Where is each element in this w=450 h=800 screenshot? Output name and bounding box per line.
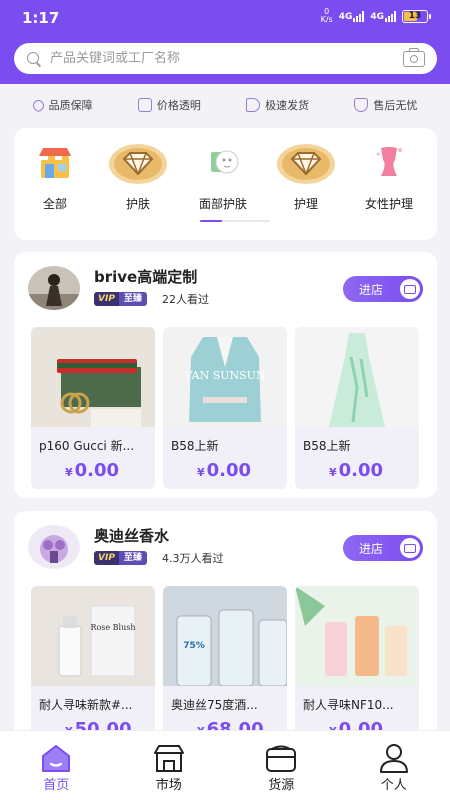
delivery-icon xyxy=(246,98,261,112)
tab-profile[interactable]: 个人 xyxy=(338,731,450,800)
search-bar[interactable] xyxy=(14,43,437,74)
bottle-percent: 75% xyxy=(183,641,205,651)
category-skincare[interactable]: 护肤 xyxy=(103,142,173,212)
shield-icon xyxy=(354,98,369,112)
product-image: VAN SUNSUN xyxy=(163,327,287,427)
product-image xyxy=(295,586,419,686)
feature-aftersale: 售后无忧 xyxy=(354,97,417,113)
shop-views: 4.3万人看过 xyxy=(162,552,224,565)
product-list: Rose Blush 耐人寻味新款#... ¥50.00 75% 奥迪丝75度酒… xyxy=(31,586,419,741)
user-icon xyxy=(377,743,411,773)
product-image xyxy=(31,327,155,427)
category-feminine-care[interactable]: 女性护理 xyxy=(354,142,424,212)
shop-avatar xyxy=(28,266,80,310)
product-price: ¥0.00 xyxy=(197,460,252,481)
signal-icon-2: 4G xyxy=(370,10,396,22)
tab-market[interactable]: 市场 xyxy=(113,731,226,800)
enter-shop-button[interactable]: 进店 xyxy=(343,276,423,302)
feature-quality: 品质保障 xyxy=(30,97,93,113)
product-title: 耐人寻味NF10... xyxy=(303,698,394,712)
store-icon xyxy=(400,279,420,299)
store-icon xyxy=(400,538,420,558)
battery-icon: 13 xyxy=(402,9,431,23)
market-icon xyxy=(152,743,186,773)
product-card[interactable]: 75% 奥迪丝75度酒... ¥68.00 xyxy=(163,586,287,741)
product-image: Rose Blush xyxy=(31,586,155,686)
bottom-tab-bar: 首页 市场 货源 个人 xyxy=(0,730,450,800)
face-mask-icon xyxy=(197,142,249,182)
status-bar: 1:17 0 K/s 4G 4G 13 xyxy=(0,0,450,36)
shop-name: brive高端定制 xyxy=(94,268,198,286)
shop-views: 22人看过 xyxy=(162,293,209,306)
product-image xyxy=(295,327,419,427)
product-price: ¥0.00 xyxy=(65,460,120,481)
product-list: p160 Gucci 新... ¥0.00 VAN SUNSUN B58上新 ¥… xyxy=(31,327,419,489)
product-card[interactable]: 耐人寻味NF10... ¥0.00 xyxy=(295,586,419,741)
diamond-icon-2 xyxy=(277,142,335,184)
product-title: 耐人寻味新款#... xyxy=(39,698,133,712)
shop-card[interactable]: brive高端定制 VIP 至臻 22人看过 进店 p160 Gucci 新..… xyxy=(14,252,437,498)
status-icons: 0 K/s 4G 4G 13 xyxy=(320,7,431,24)
product-price: ¥0.00 xyxy=(329,460,384,481)
scroll-indicator xyxy=(200,220,222,222)
category-face-care[interactable]: 面部护肤 xyxy=(188,142,258,212)
product-title: 奥迪丝75度酒... xyxy=(171,698,258,712)
shop-name: 奥迪丝香水 xyxy=(94,527,170,545)
jacket-watermark: VAN SUNSUN xyxy=(183,369,266,382)
vip-badge: VIP 至臻 xyxy=(94,292,147,306)
category-care[interactable]: 护理 xyxy=(271,142,341,212)
body-care-icon xyxy=(363,142,415,182)
feature-strip: 品质保障 价格透明 极速发货 售后无忧 xyxy=(0,92,450,118)
store-icon xyxy=(29,142,81,182)
goods-icon xyxy=(264,743,298,773)
product-card[interactable]: Rose Blush 耐人寻味新款#... ¥50.00 xyxy=(31,586,155,741)
bottle-brand: Rose Blush xyxy=(90,623,135,632)
search-input[interactable] xyxy=(50,51,403,66)
product-image: 75% xyxy=(163,586,287,686)
category-all[interactable]: 全部 xyxy=(20,142,90,212)
shop-avatar xyxy=(28,525,80,569)
category-panel: 全部 护肤 面部护肤 护理 女性护理 xyxy=(14,128,437,240)
status-time: 1:17 xyxy=(22,9,60,27)
product-title: p160 Gucci 新... xyxy=(39,439,135,453)
signal-icon: 4G xyxy=(339,10,365,22)
product-card[interactable]: VAN SUNSUN B58上新 ¥0.00 xyxy=(163,327,287,489)
feature-price: 价格透明 xyxy=(137,97,201,113)
product-card[interactable]: B58上新 ¥0.00 xyxy=(295,327,419,489)
vip-badge: VIP 至臻 xyxy=(94,551,147,565)
product-title: B58上新 xyxy=(171,439,219,453)
product-title: B58上新 xyxy=(303,439,351,453)
feature-delivery: 极速发货 xyxy=(246,97,309,113)
tab-home[interactable]: 首页 xyxy=(0,731,113,800)
camera-icon[interactable] xyxy=(403,47,425,67)
price-icon xyxy=(137,98,152,112)
diamond-icon xyxy=(109,142,167,184)
search-icon xyxy=(26,51,42,67)
shop-card[interactable]: 奥迪丝香水 VIP 至臻 4.3万人看过 进店 Rose Blush 耐人寻味新… xyxy=(14,511,437,741)
product-card[interactable]: p160 Gucci 新... ¥0.00 xyxy=(31,327,155,489)
net-speed: 0 K/s xyxy=(320,7,333,24)
enter-shop-button[interactable]: 进店 xyxy=(343,535,423,561)
home-icon xyxy=(39,743,73,773)
heart-icon xyxy=(30,97,46,113)
tab-goods[interactable]: 货源 xyxy=(225,731,338,800)
